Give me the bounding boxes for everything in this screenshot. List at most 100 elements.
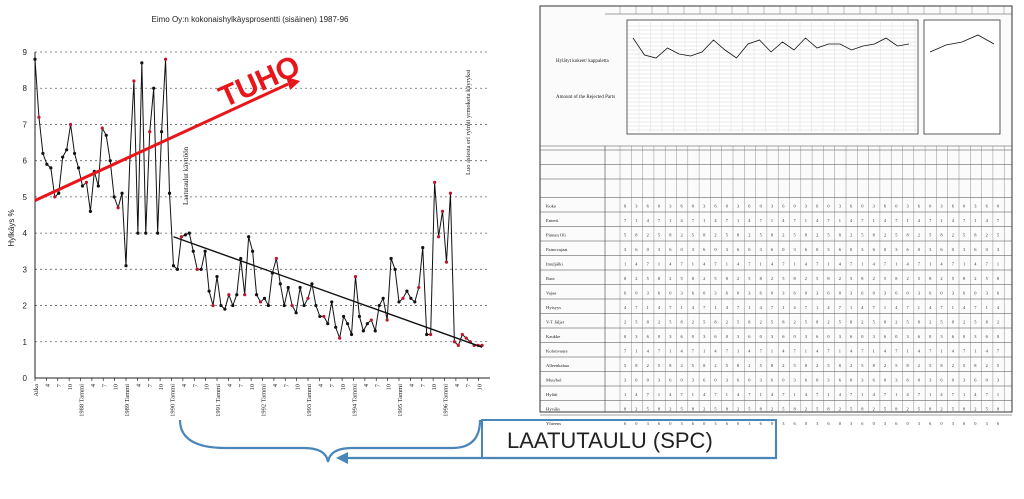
table-cell: 1 [714, 305, 716, 310]
table-cell: 2 [658, 320, 660, 325]
table-cell: 1 [794, 392, 796, 397]
table-cell: 1 [635, 349, 637, 354]
data-point [330, 300, 334, 304]
x-tick-label: 4 [363, 383, 370, 387]
table-cell: 2 [726, 320, 728, 325]
table-cell: 1 [839, 218, 841, 223]
data-point [302, 303, 306, 308]
table-cell: 1 [895, 262, 897, 267]
data-point [456, 343, 460, 347]
data-point [413, 300, 417, 304]
table-cell: 1 [624, 392, 626, 397]
x-tick-label: 7 [283, 383, 290, 387]
data-point [353, 274, 358, 279]
table-cell: 2 [771, 407, 773, 412]
table-cell: 2 [873, 407, 875, 412]
table-cell: 2 [850, 363, 852, 368]
data-point [444, 260, 449, 264]
table-cell: 2 [703, 407, 705, 412]
table-cell: 0 [940, 421, 943, 426]
table-cell: 2 [850, 233, 852, 238]
data-point [452, 340, 456, 344]
table-cell: 3 [647, 421, 650, 426]
x-tick-label: 10 [295, 384, 302, 391]
table-category-label: Enterit [546, 218, 559, 223]
table-cell: 2 [681, 363, 683, 368]
data-point [274, 256, 278, 261]
x-tick-label: 10 [386, 384, 393, 391]
data-point [100, 126, 104, 130]
data-point [334, 325, 338, 329]
data-point [219, 303, 223, 308]
table-cell: 2 [647, 363, 649, 368]
data-point [322, 314, 326, 319]
table-cell: 1 [861, 392, 863, 397]
data-point [53, 195, 57, 199]
table-category-label: Painovajaat [546, 247, 568, 252]
data-point [409, 296, 413, 300]
data-point [417, 285, 421, 290]
table-cell: 1 [805, 218, 807, 223]
data-point [72, 151, 77, 156]
data-point [136, 231, 140, 235]
table-cell: 2 [635, 276, 637, 281]
table-category-label: Kolonvaure [546, 349, 568, 354]
table-cell: 2 [861, 320, 863, 325]
table-cell: 0 [669, 421, 672, 426]
table-cell: 1 [827, 392, 829, 397]
data-point [140, 61, 144, 65]
table-category-label: Hyväks [546, 407, 560, 412]
table-cell: 1 [929, 392, 931, 397]
table-cell: 0 [805, 421, 808, 426]
table-cell: 1 [669, 349, 671, 354]
table-cell: 1 [884, 305, 886, 310]
table-cell: 1 [907, 349, 909, 354]
data-point [464, 336, 468, 340]
x-tick-label: 10 [477, 384, 484, 391]
x-tick-label: 1996 Tammi [443, 384, 450, 417]
data-point [254, 293, 259, 297]
table-cell: 2 [907, 276, 909, 281]
table-cell: 1 [827, 262, 829, 267]
data-point [235, 293, 239, 297]
x-tick-label: 7 [147, 383, 154, 387]
data-point [338, 336, 342, 340]
table-cell: 0 [873, 421, 876, 426]
data-point [381, 296, 385, 300]
table-cell: 2 [873, 276, 875, 281]
table-cell: 1 [703, 349, 705, 354]
table-cell: 2 [986, 233, 988, 238]
table-cell: 3 [681, 421, 684, 426]
table-category-label: Koko [546, 204, 557, 209]
data-point [203, 249, 207, 253]
table-cell: 1 [692, 392, 694, 397]
data-point [318, 314, 322, 319]
x-tick-label: 4 [408, 383, 415, 387]
y-tick-label: 7 [23, 120, 28, 129]
data-point [314, 303, 318, 308]
table-cell: 2 [771, 276, 773, 281]
spc-arrow-head [336, 452, 348, 464]
table-cell: 1 [760, 262, 762, 267]
x-tick-label: 4 [317, 383, 324, 387]
data-point [199, 267, 203, 271]
table-category-label: Pinnan Oli [546, 233, 567, 238]
table-cell: 1 [974, 218, 976, 223]
data-point [45, 162, 49, 166]
x-tick-label: 1990 Tammi [170, 384, 177, 417]
data-point [231, 303, 235, 308]
data-point [365, 322, 369, 326]
table-cell: 1 [929, 262, 931, 267]
table-cell: 1 [918, 305, 920, 310]
x-tick-label: 7 [420, 383, 427, 387]
data-point [239, 256, 243, 261]
table-cell: 2 [748, 363, 750, 368]
table-cell: 1 [873, 349, 875, 354]
x-tick-label: 10 [67, 384, 74, 391]
x-tick-label: 1994 Tammi [352, 384, 359, 417]
table-cell: 2 [918, 363, 920, 368]
data-point [41, 151, 45, 156]
x-tick-label: 4 [226, 383, 233, 387]
data-point [369, 318, 373, 322]
table-cell: 0 [839, 421, 842, 426]
